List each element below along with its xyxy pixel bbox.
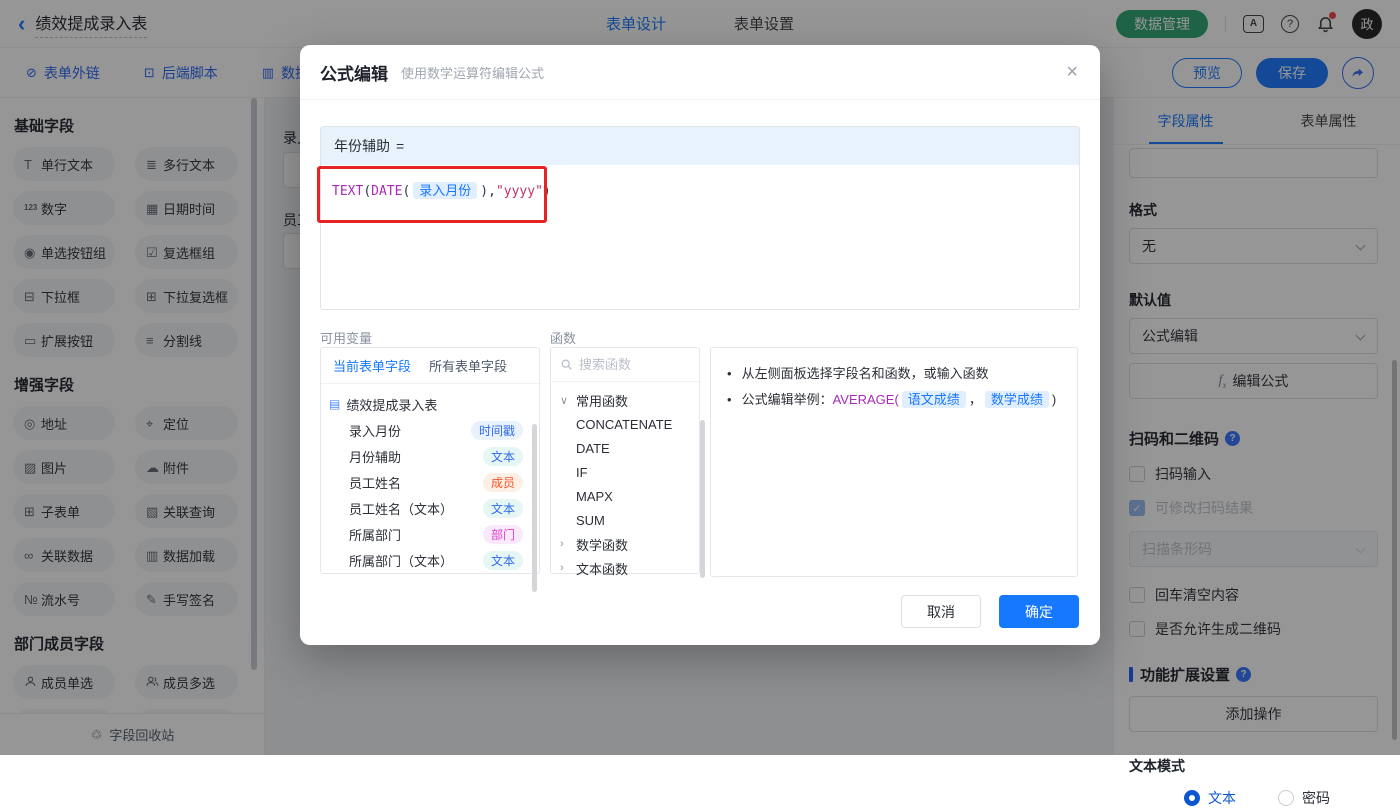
close-icon[interactable]: × — [1066, 62, 1078, 82]
type-badge: 部门 — [483, 525, 523, 544]
search-icon — [560, 358, 573, 371]
variable-name: 所属部门 — [349, 525, 401, 544]
field-token: 数学成绩 — [985, 391, 1049, 408]
function-name: MAPX — [576, 489, 613, 504]
function-group-text[interactable]: › 文本函数 — [560, 556, 699, 580]
formula-segment: DATE — [371, 184, 402, 199]
tab-current-form-fields[interactable]: 当前表单字段 — [333, 356, 411, 375]
formula-editor-box: 年份辅助 = TEXT(DATE(录入月份),"yyyy") — [320, 126, 1080, 310]
radio-password[interactable]: 密码 — [1278, 788, 1330, 808]
tip2-function: AVERAGE( — [833, 392, 899, 407]
formula-segment: "yyyy" — [496, 184, 543, 199]
cancel-button[interactable]: 取消 — [901, 595, 981, 628]
field-token: 语文成绩 — [902, 391, 966, 408]
functions-caption: 函数 — [550, 328, 576, 347]
variable-name: 员工姓名（文本） — [349, 499, 453, 518]
variable-name: 月份辅助 — [349, 447, 401, 466]
formula-help-box: • 从左侧面板选择字段名和函数，或输入函数 • 公式编辑举例：AVERAGE(语… — [710, 347, 1078, 577]
function-search-row — [551, 348, 699, 382]
formula-segment: ( — [363, 184, 371, 199]
tree-root-label: 绩效提成录入表 — [346, 395, 437, 414]
functions-list: ∨ 常用函数 CONCATENATE DATE IF MAPX SUM › 数学函数… — [551, 382, 699, 580]
function-item[interactable]: IF — [560, 460, 699, 484]
radio-dot[interactable] — [1278, 790, 1294, 806]
function-name: DATE — [576, 441, 610, 456]
formula-segment: ) — [543, 184, 551, 199]
tip2-prefix: 公式编辑举例： — [742, 392, 833, 407]
modal-subtitle: 使用数学运算符编辑公式 — [401, 63, 544, 82]
formula-segment: TEXT — [332, 184, 363, 199]
bullet: • — [727, 387, 732, 413]
variable-name: 所属部门（文本） — [349, 551, 453, 570]
chevron-right-icon: › — [560, 538, 570, 550]
variable-item[interactable]: 所属部门（文本） 文本 — [327, 547, 535, 573]
function-name: CONCATENATE — [576, 417, 672, 432]
bullet: • — [727, 361, 732, 387]
type-badge: 文本 — [483, 499, 523, 518]
tip-text: 从左侧面板选择字段名和函数，或输入函数 — [742, 361, 989, 387]
function-name: IF — [576, 465, 588, 480]
field-token[interactable]: 录入月份 — [413, 182, 477, 199]
tip2-suffix: ) — [1052, 392, 1056, 407]
group-label: 文本函数 — [576, 559, 628, 578]
variables-scrollbar[interactable] — [532, 424, 537, 592]
help-tip-2: • 公式编辑举例：AVERAGE(语文成绩，数学成绩) — [727, 387, 1061, 413]
tip-text: 公式编辑举例：AVERAGE(语文成绩，数学成绩) — [742, 387, 1057, 413]
equals-sign: = — [396, 138, 404, 154]
tab-all-form-fields[interactable]: 所有表单字段 — [429, 356, 507, 375]
variable-item[interactable]: 员工姓名（文本） 文本 — [327, 495, 535, 521]
modal-title: 公式编辑 — [320, 60, 388, 85]
variable-item[interactable]: 所属部门 部门 — [327, 521, 535, 547]
radio-label: 文本 — [1208, 788, 1236, 808]
radio-dot-selected[interactable] — [1184, 790, 1200, 806]
formula-editor-modal: 公式编辑 使用数学运算符编辑公式 × 年份辅助 = TEXT(DATE(录入月份… — [300, 45, 1100, 645]
function-item[interactable]: CONCATENATE — [560, 412, 699, 436]
type-badge: 时间戳 — [471, 421, 523, 440]
formula-expression: TEXT(DATE(录入月份),"yyyy") — [332, 184, 551, 199]
target-field-name: 年份辅助 — [334, 136, 390, 156]
variables-box: 当前表单字段 所有表单字段 ▤ 绩效提成录入表 录入月份时间戳 月份辅助文本 员… — [320, 347, 540, 574]
formula-segment: ), — [480, 184, 496, 199]
radio-label: 密码 — [1302, 788, 1330, 808]
function-item[interactable]: MAPX — [560, 484, 699, 508]
function-item[interactable]: DATE — [560, 436, 699, 460]
tree-root-form[interactable]: ▤ 绩效提成录入表 — [327, 391, 535, 417]
variable-name: 员工姓名 — [349, 473, 401, 492]
search-input[interactable] — [579, 357, 679, 372]
modal-header: 公式编辑 使用数学运算符编辑公式 — [300, 45, 1100, 100]
confirm-button[interactable]: 确定 — [999, 595, 1079, 628]
variable-item[interactable]: 月份辅助 文本 — [327, 443, 535, 469]
text-mode-label: 文本模式 — [1129, 756, 1378, 776]
formula-segment: ( — [402, 184, 410, 199]
type-badge: 成员 — [483, 473, 523, 492]
function-group-common[interactable]: ∨ 常用函数 — [560, 388, 699, 412]
function-group-math[interactable]: › 数学函数 — [560, 532, 699, 556]
chevron-right-icon: › — [560, 562, 570, 574]
type-badge: 文本 — [483, 551, 523, 570]
function-item[interactable]: SUM — [560, 508, 699, 532]
functions-scrollbar[interactable] — [700, 420, 705, 578]
functions-box: ∨ 常用函数 CONCATENATE DATE IF MAPX SUM › 数学函数… — [550, 347, 700, 574]
formula-target-bar: 年份辅助 = — [321, 127, 1079, 165]
variable-item[interactable]: 录入月份 时间戳 — [327, 417, 535, 443]
help-tip-1: • 从左侧面板选择字段名和函数，或输入函数 — [727, 361, 1061, 387]
group-label: 数学函数 — [576, 535, 628, 554]
type-badge: 文本 — [483, 447, 523, 466]
text-mode-radios: 文本 密码 — [1184, 788, 1378, 808]
chevron-expanded-icon: ∨ — [560, 394, 570, 407]
variables-list: ▤ 绩效提成录入表 录入月份时间戳 月份辅助文本 员工姓名成员 员工姓名（文本）… — [321, 384, 539, 573]
tip2-comma: ， — [969, 392, 982, 407]
variables-tabs: 当前表单字段 所有表单字段 — [321, 348, 539, 384]
variable-item[interactable]: 员工姓名 成员 — [327, 469, 535, 495]
variables-caption: 可用变量 — [320, 328, 372, 347]
function-name: SUM — [576, 513, 605, 528]
radio-text[interactable]: 文本 — [1184, 788, 1236, 808]
formula-input-area[interactable]: TEXT(DATE(录入月份),"yyyy") — [321, 165, 1079, 214]
variable-name: 录入月份 — [349, 421, 401, 440]
form-doc-icon: ▤ — [329, 397, 340, 411]
group-label: 常用函数 — [576, 391, 628, 410]
